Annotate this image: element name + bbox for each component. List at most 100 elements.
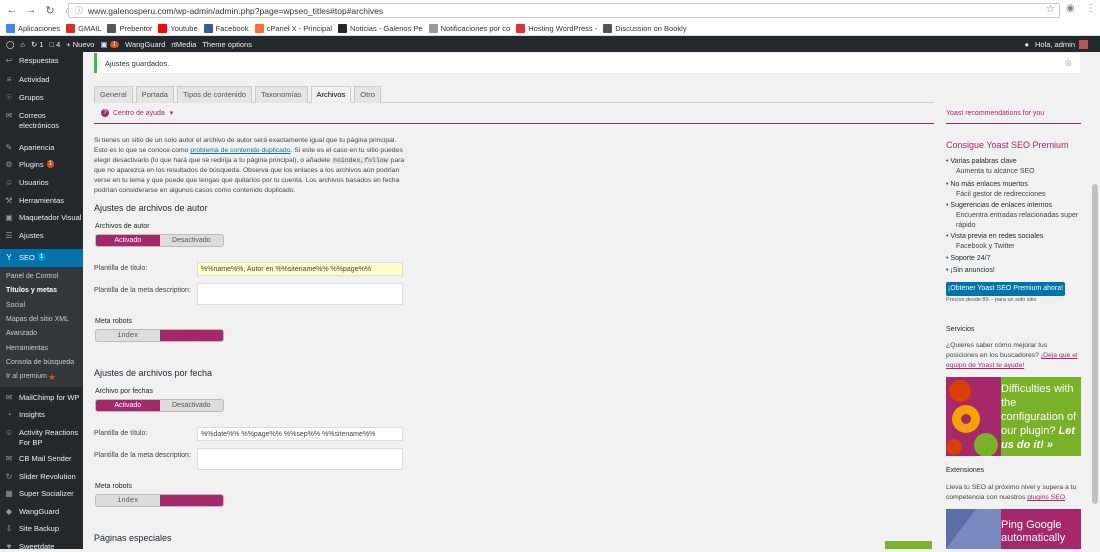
seo-item[interactable]: ▣ 1 [100,40,120,49]
sidebar-more-item-4[interactable]: ↻ Slider Revolution [0,472,83,482]
submenu-item-4[interactable]: Avanzado [6,330,37,337]
sidebar-more-item-3[interactable]: ✉ CB Mail Sender [0,454,83,464]
tab-3[interactable]: Taxonomías [255,86,308,103]
feature-desc: Encuentra entradas relacionadas super rá… [956,212,1079,229]
extension-icon[interactable]: ◉ [1066,3,1075,14]
sidebar-item-3[interactable]: ✉ Correos electrónicos [0,111,83,131]
author-archives-toggle[interactable]: Activado Desactivado [95,234,224,247]
date-meta-textarea[interactable] [197,448,403,470]
scrollbar-thumb[interactable] [1092,184,1098,504]
wordpress-logo-icon[interactable]: ◯ [6,40,14,49]
sidebar-item-9[interactable]: ☰ Ajustes [0,231,83,241]
sidebar-more-item-7[interactable]: ⇩ Site Backup [0,524,83,534]
sidebar-item-2[interactable]: ☉ Grupos [0,93,83,103]
banner2-text: Ping Google automatically [1001,519,1066,544]
yoast-icon: Y [6,253,12,262]
sidebar-more-item-8[interactable]: ♥ Sweetdate [0,542,83,552]
sidebar-more-item-0[interactable]: ✉ MailChimp for WP [0,393,83,403]
sidebar-item-7[interactable]: ⚒ Herramientas [0,196,83,206]
comments-item[interactable]: □ 4 [49,40,60,49]
bookmark-favicon-icon [254,23,264,33]
save-changes-button[interactable] [885,541,932,549]
bookmark-1[interactable]: GMAIL [66,23,101,33]
submenu-item-0[interactable]: Panel de Control [6,273,58,280]
sidebar-more-item-5[interactable]: ▦ Super Socializer [0,489,83,499]
submenu-item-7[interactable]: Ir al premium [6,373,47,380]
bookmark-2[interactable]: Prebentor [107,23,152,33]
reload-icon[interactable]: ↻ [43,3,57,17]
seo-plugins-link[interactable]: plugins SEO [1027,494,1065,501]
feature-title: • Varias palabras clave [946,158,1017,165]
new-item[interactable]: + Nuevo [66,40,94,49]
premium-feature-1: • No más enlaces muertos Fácil gestor de … [946,180,1081,200]
adminbar-item-wangguard[interactable]: WangGuard [125,40,165,49]
tab-2[interactable]: Tipos de contenido [176,86,253,103]
submenu-item-5[interactable]: Herramientas [6,345,48,352]
bookmark-0[interactable]: Aplicaciones [6,23,60,33]
help-center-toggle[interactable]: ? Centro de ayuda ▾ [101,109,173,117]
updates-item[interactable]: ↻ 1 [31,40,44,49]
menu-icon[interactable]: ⋮ [1086,3,1096,14]
page-scrollbar[interactable] [1090,52,1100,549]
date-archives-label: Archivo por fechas [95,388,153,395]
submenu-item-2[interactable]: Social [6,302,25,309]
date-title-input[interactable]: %%date%% %%page%% %%sep%% %%sitename%% [197,427,403,441]
dismiss-icon[interactable]: ⊗ [1064,58,1072,69]
bookmark-3[interactable]: Youtube [158,23,198,33]
config-service-banner[interactable]: Difficulties with the configuration of o… [946,377,1081,456]
sidebar-more-item-1[interactable]: ◔ Insights [0,410,83,420]
home-icon[interactable]: ⌂ [20,40,25,49]
tab-0[interactable]: General [94,86,133,103]
sidebar-item-6[interactable]: ☺ Usuarios [0,178,83,188]
sidebar-item-0[interactable]: ↩ Respuestas [0,56,83,66]
bookmark-6[interactable]: Noticias - Galenos Pe [338,23,423,33]
bookmark-star-icon[interactable]: ☆ [1046,4,1055,15]
sidebar-item-seo[interactable]: Y SEO 1 [0,253,83,263]
author-title-input[interactable]: %%name%%, Autor en %%sitename%% %%page%% [197,262,403,276]
browser-chrome: ← → ↻ ⌂ ⓘ www.galenosperu.com/wp-admin/a… [0,0,1100,36]
submenu-item-3[interactable]: Mapas del sitio XML [6,316,69,323]
bookmark-9[interactable]: Discussion on Bookly [603,23,687,33]
sidebar-more-item-2[interactable]: ☺ Activity Reactions For BP [0,428,83,448]
date-noindex-option[interactable]: noindex [159,495,223,506]
submenu-item-6[interactable]: Consola de búsqueda [6,359,74,366]
submenu-item-1[interactable]: Títulos y metas [6,287,57,294]
sidebar-item-8[interactable]: ▣ Maquetador Visual [0,213,83,223]
tab-4[interactable]: Archivos [310,86,352,103]
builder-icon: ▣ [5,213,13,222]
date-robots-toggle[interactable]: index noindex [95,494,224,507]
forward-icon[interactable]: → [24,3,38,17]
sidebar-item-1[interactable]: ≡ Actividad [0,75,83,85]
ping-google-banner[interactable]: Ping Google automatically [946,509,1081,549]
date-enabled-option[interactable]: Activado [96,400,160,411]
date-disabled-option[interactable]: Desactivado [160,400,224,411]
tab-1[interactable]: Portada [135,86,174,103]
bookmark-label: Hosting WordPress - [528,23,598,33]
sidebar-item-4[interactable]: ✎ Apariencia [0,143,83,153]
duplicate-content-link[interactable]: problema de contenido duplicado [190,147,290,154]
author-index-option[interactable]: index [96,330,160,341]
author-meta-textarea[interactable] [197,283,403,305]
author-disabled-option[interactable]: Desactivado [160,235,224,246]
howdy-menu[interactable]: ● Hola, admin [1024,36,1088,52]
bookmark-4[interactable]: Facebook [203,23,249,33]
date-archives-toggle[interactable]: Activado Desactivado [95,399,224,412]
feature-title: • Soporte 24/7 [946,255,991,262]
author-enabled-option[interactable]: Activado [96,235,160,246]
author-noindex-option[interactable]: noindex [159,330,223,341]
bookmark-5[interactable]: cPanel X - Principal [254,23,332,33]
mail-sender-icon: ✉ [5,454,13,463]
adminbar-item-rtmedia[interactable]: rtMedia [171,40,196,49]
get-premium-button[interactable]: ¡Obtener Yoast SEO Premium ahora! [946,282,1065,296]
adminbar-item-theme-options[interactable]: Theme options [202,40,252,49]
back-icon[interactable]: ← [5,3,19,17]
tab-5[interactable]: Otro [354,86,381,103]
author-robots-toggle[interactable]: index noindex [95,329,224,342]
url-bar[interactable]: ⓘ www.galenosperu.com/wp-admin/admin.php… [68,3,1060,18]
sidebar-item-5[interactable]: ⚙ Plugins 1 [0,160,83,170]
date-index-option[interactable]: index [96,495,160,506]
sidebar-more-item-6[interactable]: ◆ WangGuard [0,507,83,517]
info-icon[interactable]: ⓘ [75,5,83,16]
bookmark-8[interactable]: Hosting WordPress - [516,23,598,33]
bookmark-7[interactable]: Notificaciones por co [428,23,510,33]
